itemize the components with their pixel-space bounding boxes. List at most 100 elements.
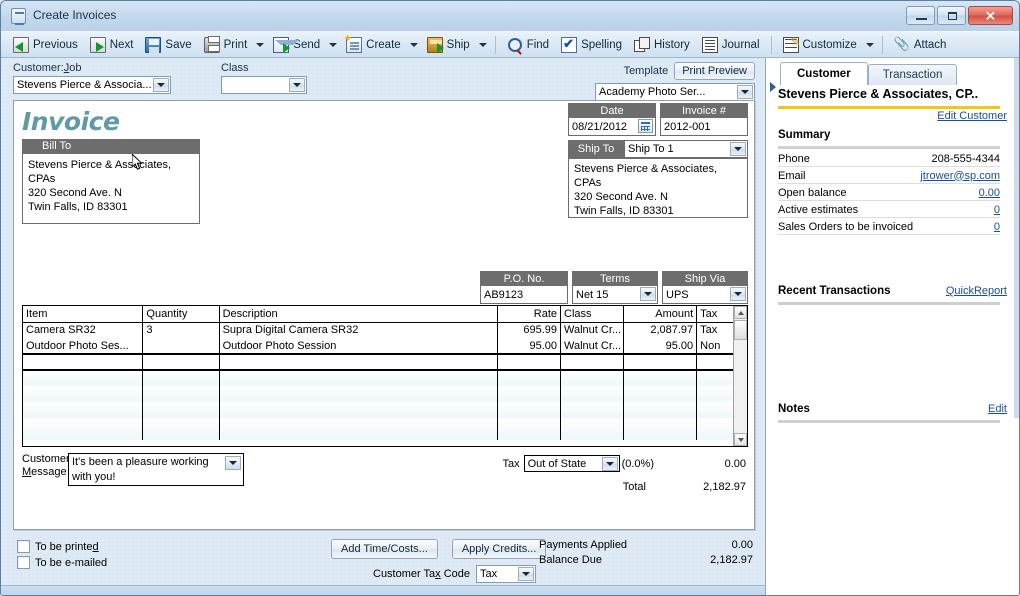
- find-button[interactable]: Find: [501, 34, 555, 56]
- history-button[interactable]: History: [628, 34, 696, 56]
- save-button[interactable]: Save: [139, 34, 197, 56]
- table-row[interactable]: Camera SR32 3 Supra Digital Camera SR32 …: [23, 322, 747, 338]
- chevron-down-icon[interactable]: [225, 456, 241, 470]
- add-time-costs-button[interactable]: Add Time/Costs...: [331, 539, 438, 559]
- to-be-emailed-checkbox[interactable]: [17, 556, 30, 569]
- scroll-down-icon[interactable]: [734, 433, 747, 446]
- chevron-down-icon[interactable]: [730, 142, 746, 156]
- payments-applied-row: Payments Applied 0.00: [539, 539, 753, 551]
- customize-dropdown-arrow-icon[interactable]: [863, 34, 877, 56]
- next-button[interactable]: Next: [84, 34, 140, 56]
- class-combo[interactable]: [221, 76, 307, 94]
- summary-value-email[interactable]: jtrower@sp.com: [920, 170, 1000, 182]
- notes-edit-link[interactable]: Edit: [988, 403, 1007, 415]
- summary-value-sales-orders[interactable]: 0: [994, 221, 1000, 233]
- date-value: 08/21/2012: [572, 121, 627, 133]
- close-button[interactable]: ✕: [968, 6, 1013, 25]
- template-combo[interactable]: Academy Photo Ser...: [595, 83, 755, 101]
- chevron-down-icon[interactable]: [730, 287, 746, 301]
- balance-due-label: Balance Due: [539, 554, 602, 566]
- sidebar-collapse-arrow-icon[interactable]: [768, 80, 778, 94]
- paperclip-icon: [894, 37, 910, 53]
- template-area: Template Print Preview Academy Photo Ser…: [575, 62, 755, 101]
- previous-button[interactable]: Previous: [7, 34, 84, 56]
- po-no-field[interactable]: AB9123: [480, 286, 568, 304]
- create-label: Create: [366, 39, 401, 51]
- spelling-button[interactable]: Spelling: [555, 34, 628, 56]
- apply-credits-button[interactable]: Apply Credits...: [452, 539, 547, 559]
- customize-button[interactable]: Customize: [777, 34, 863, 56]
- envelope-send-icon: [273, 37, 289, 53]
- customer-message-input[interactable]: It's been a pleasure working with you!: [68, 453, 244, 486]
- chevron-down-icon[interactable]: [640, 287, 656, 301]
- col-description: Description: [219, 306, 497, 322]
- send-button[interactable]: Send: [267, 34, 326, 56]
- journal-button[interactable]: Journal: [696, 34, 766, 56]
- ship-to-combo[interactable]: Ship To 1: [624, 140, 748, 158]
- summary-label-phone: Phone: [778, 153, 810, 165]
- payments-applied-label: Payments Applied: [539, 539, 627, 551]
- print-button[interactable]: Print: [198, 34, 254, 56]
- ship-to-address[interactable]: Stevens Pierce & Associates, CPAs 320 Se…: [568, 158, 748, 218]
- to-be-printed-row[interactable]: To be printed: [17, 540, 107, 553]
- chevron-down-icon[interactable]: [737, 85, 753, 99]
- tab-customer[interactable]: Customer: [780, 62, 868, 85]
- to-be-emailed-row[interactable]: To be e-mailed: [17, 556, 107, 569]
- table-row[interactable]: Outdoor Photo Ses... Outdoor Photo Sessi…: [23, 338, 747, 354]
- items-scrollbar[interactable]: [733, 306, 747, 446]
- chevron-down-icon[interactable]: [602, 457, 618, 471]
- minimize-button[interactable]: [906, 6, 935, 25]
- invoice-no-field[interactable]: 2012-001: [660, 118, 748, 136]
- edit-customer-link[interactable]: Edit Customer: [937, 110, 1007, 122]
- create-dropdown-arrow-icon[interactable]: [407, 34, 421, 56]
- bill-to-address[interactable]: Stevens Pierce & Associates, CPAs 320 Se…: [22, 154, 200, 224]
- table-row[interactable]: [23, 418, 747, 440]
- calendar-icon[interactable]: [638, 119, 653, 133]
- table-row[interactable]: [23, 386, 747, 402]
- maximize-button[interactable]: [937, 6, 966, 25]
- history-pages-icon: [634, 37, 650, 53]
- chevron-down-icon[interactable]: [289, 78, 305, 92]
- ship-via-combo[interactable]: UPS: [662, 286, 748, 304]
- cell-amount: 95.00: [624, 338, 697, 354]
- notes-divider: [778, 420, 1000, 423]
- summary-value-active-estimates[interactable]: 0: [994, 204, 1000, 216]
- table-row[interactable]: [23, 402, 747, 418]
- create-button[interactable]: Create: [340, 34, 407, 56]
- terms-combo[interactable]: Net 15: [572, 286, 658, 304]
- send-dropdown-arrow-icon[interactable]: [326, 34, 340, 56]
- scroll-up-icon[interactable]: [734, 306, 747, 319]
- chevron-down-icon[interactable]: [153, 78, 169, 92]
- next-label: Next: [110, 39, 134, 51]
- col-quantity: Quantity: [143, 306, 219, 322]
- customize-label: Customize: [803, 39, 857, 51]
- to-be-printed-checkbox[interactable]: [17, 540, 30, 553]
- floppy-disk-icon: [145, 37, 161, 53]
- ship-dropdown-arrow-icon[interactable]: [476, 34, 490, 56]
- sidebar-customer-name: Stevens Pierce & Associates, CP..: [778, 87, 1010, 101]
- attach-button[interactable]: Attach: [888, 34, 953, 56]
- customer-tax-code-combo[interactable]: Tax: [476, 565, 536, 583]
- print-preview-button[interactable]: Print Preview: [674, 62, 755, 80]
- window-controls: ✕: [906, 6, 1013, 25]
- notes-heading: Notes: [778, 403, 1000, 415]
- date-label: Date: [568, 103, 656, 118]
- date-field[interactable]: 08/21/2012: [568, 118, 656, 136]
- chevron-down-icon[interactable]: [518, 567, 534, 581]
- quickreport-link[interactable]: QuickReport: [946, 285, 1007, 297]
- sidebar-scrollbar[interactable]: [1014, 58, 1019, 418]
- line-items-grid[interactable]: Item Quantity Description Rate Class Amo…: [22, 305, 748, 447]
- table-row[interactable]: [23, 370, 747, 386]
- summary-value-open-balance[interactable]: 0.00: [979, 187, 1000, 199]
- bill-to-line-3: Twin Falls, ID 83301: [28, 200, 194, 214]
- customer-job-combo[interactable]: Stevens Pierce & Associa...: [13, 76, 171, 94]
- scrollbar-thumb[interactable]: [734, 320, 747, 340]
- tab-transaction[interactable]: Transaction: [868, 64, 958, 85]
- ship-button[interactable]: Ship: [421, 34, 476, 56]
- to-be-printed-label: To be printed: [35, 541, 99, 553]
- tax-code-combo[interactable]: Out of State: [524, 455, 620, 472]
- print-dropdown-arrow-icon[interactable]: [253, 34, 267, 56]
- table-row-selected[interactable]: [23, 354, 747, 370]
- sidebar-accent-rule: [778, 106, 1000, 109]
- table-header-row: Item Quantity Description Rate Class Amo…: [23, 306, 747, 322]
